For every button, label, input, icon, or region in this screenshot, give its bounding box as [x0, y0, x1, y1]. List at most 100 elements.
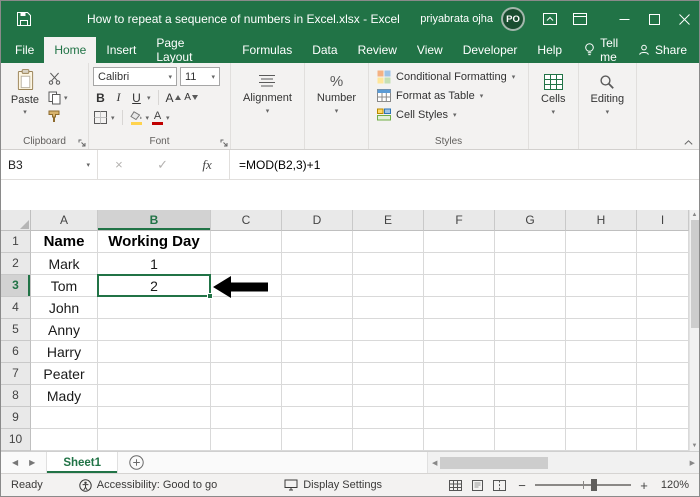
- tell-me-button[interactable]: Tell me: [584, 36, 638, 64]
- vertical-scrollbar[interactable]: ▲ ▼: [689, 210, 699, 451]
- cell-I5[interactable]: [637, 319, 689, 341]
- cell-D7[interactable]: [282, 363, 353, 385]
- cell-G9[interactable]: [495, 407, 566, 429]
- cell-F5[interactable]: [424, 319, 495, 341]
- bold-button[interactable]: B: [93, 89, 108, 106]
- cell-G6[interactable]: [495, 341, 566, 363]
- cell-I3[interactable]: [637, 275, 689, 297]
- cell-I10[interactable]: [637, 429, 689, 451]
- tab-data[interactable]: Data: [302, 37, 347, 63]
- zoom-in-button[interactable]: +: [638, 478, 650, 493]
- scroll-down-icon[interactable]: ▼: [692, 443, 698, 449]
- cell-G8[interactable]: [495, 385, 566, 407]
- cell-E9[interactable]: [353, 407, 424, 429]
- decrease-font-button[interactable]: A: [184, 89, 199, 106]
- select-all-button[interactable]: [1, 210, 31, 231]
- zoom-slider-thumb[interactable]: [591, 479, 597, 491]
- column-header-C[interactable]: C: [211, 210, 282, 231]
- cell-A8[interactable]: Mady: [31, 385, 98, 407]
- row-header-9[interactable]: 9: [1, 407, 31, 429]
- cell-F10[interactable]: [424, 429, 495, 451]
- editing-button[interactable]: Editing ▾: [583, 67, 633, 116]
- cell-A1[interactable]: Name: [31, 231, 98, 253]
- cell-E2[interactable]: [353, 253, 424, 275]
- cell-C5[interactable]: [211, 319, 282, 341]
- cell-A10[interactable]: [31, 429, 98, 451]
- tab-file[interactable]: File: [5, 37, 44, 63]
- cell-A3[interactable]: Tom: [31, 275, 98, 297]
- sheet-tab-sheet1[interactable]: Sheet1: [46, 452, 119, 473]
- cell-H8[interactable]: [566, 385, 637, 407]
- cell-H9[interactable]: [566, 407, 637, 429]
- zoom-out-button[interactable]: −: [516, 478, 528, 493]
- column-header-H[interactable]: H: [566, 210, 637, 231]
- cell-E10[interactable]: [353, 429, 424, 451]
- cell-D3[interactable]: [282, 275, 353, 297]
- cell-C1[interactable]: [211, 231, 282, 253]
- cell-B9[interactable]: [98, 407, 211, 429]
- format-painter-button[interactable]: [48, 109, 68, 124]
- cell-G1[interactable]: [495, 231, 566, 253]
- zoom-level[interactable]: 120%: [657, 479, 689, 491]
- cell-A4[interactable]: John: [31, 297, 98, 319]
- font-name-select[interactable]: Calibri ▾: [93, 67, 177, 86]
- italic-button[interactable]: I: [111, 89, 126, 106]
- column-header-G[interactable]: G: [495, 210, 566, 231]
- cell-I7[interactable]: [637, 363, 689, 385]
- cell-H3[interactable]: [566, 275, 637, 297]
- cell-H6[interactable]: [566, 341, 637, 363]
- cell-E8[interactable]: [353, 385, 424, 407]
- zoom-slider[interactable]: [535, 478, 631, 492]
- cell-C6[interactable]: [211, 341, 282, 363]
- insert-function-button[interactable]: fx: [202, 157, 211, 173]
- cell-I4[interactable]: [637, 297, 689, 319]
- cell-A6[interactable]: Harry: [31, 341, 98, 363]
- cell-C2[interactable]: [211, 253, 282, 275]
- cell-C9[interactable]: [211, 407, 282, 429]
- number-button[interactable]: % Number ▾: [309, 67, 364, 115]
- cell-D8[interactable]: [282, 385, 353, 407]
- cell-styles-button[interactable]: Cell Styles ▾: [373, 105, 524, 124]
- cell-B3[interactable]: 2: [97, 274, 213, 299]
- cell-H7[interactable]: [566, 363, 637, 385]
- cell-I6[interactable]: [637, 341, 689, 363]
- cell-F4[interactable]: [424, 297, 495, 319]
- cell-F9[interactable]: [424, 407, 495, 429]
- copy-button[interactable]: ▾: [48, 90, 68, 105]
- font-size-select[interactable]: 11 ▾: [180, 67, 220, 86]
- paste-button[interactable]: Paste ▾: [5, 67, 45, 124]
- row-header-6[interactable]: 6: [1, 341, 31, 363]
- row-header-2[interactable]: 2: [1, 253, 31, 275]
- cell-D5[interactable]: [282, 319, 353, 341]
- cell-D9[interactable]: [282, 407, 353, 429]
- fill-color-button[interactable]: [129, 110, 143, 125]
- column-header-D[interactable]: D: [282, 210, 353, 231]
- cell-H5[interactable]: [566, 319, 637, 341]
- column-header-E[interactable]: E: [353, 210, 424, 231]
- cell-D10[interactable]: [282, 429, 353, 451]
- share-button[interactable]: Share: [638, 37, 699, 63]
- scroll-right-icon[interactable]: ▶: [690, 459, 695, 467]
- minimize-button[interactable]: [609, 1, 639, 37]
- row-header-5[interactable]: 5: [1, 319, 31, 341]
- column-header-I[interactable]: I: [637, 210, 689, 231]
- cell-H2[interactable]: [566, 253, 637, 275]
- page-layout-view-button[interactable]: [471, 479, 484, 491]
- name-box[interactable]: B3 ▾: [1, 150, 98, 179]
- tab-page-layout[interactable]: Page Layout: [146, 36, 232, 64]
- cell-D6[interactable]: [282, 341, 353, 363]
- cell-H1[interactable]: [566, 231, 637, 253]
- sheet-nav-left-icon[interactable]: ◀: [12, 458, 18, 467]
- cell-G10[interactable]: [495, 429, 566, 451]
- vertical-scroll-thumb[interactable]: [690, 220, 699, 328]
- cell-B8[interactable]: [98, 385, 211, 407]
- cell-I9[interactable]: [637, 407, 689, 429]
- ribbon-display-options-button[interactable]: [535, 1, 565, 37]
- cell-F6[interactable]: [424, 341, 495, 363]
- borders-button[interactable]: [93, 109, 108, 126]
- increase-font-button[interactable]: A: [166, 89, 181, 106]
- font-color-button[interactable]: A: [152, 110, 164, 125]
- cell-I8[interactable]: [637, 385, 689, 407]
- cell-H10[interactable]: [566, 429, 637, 451]
- normal-view-button[interactable]: [449, 479, 462, 491]
